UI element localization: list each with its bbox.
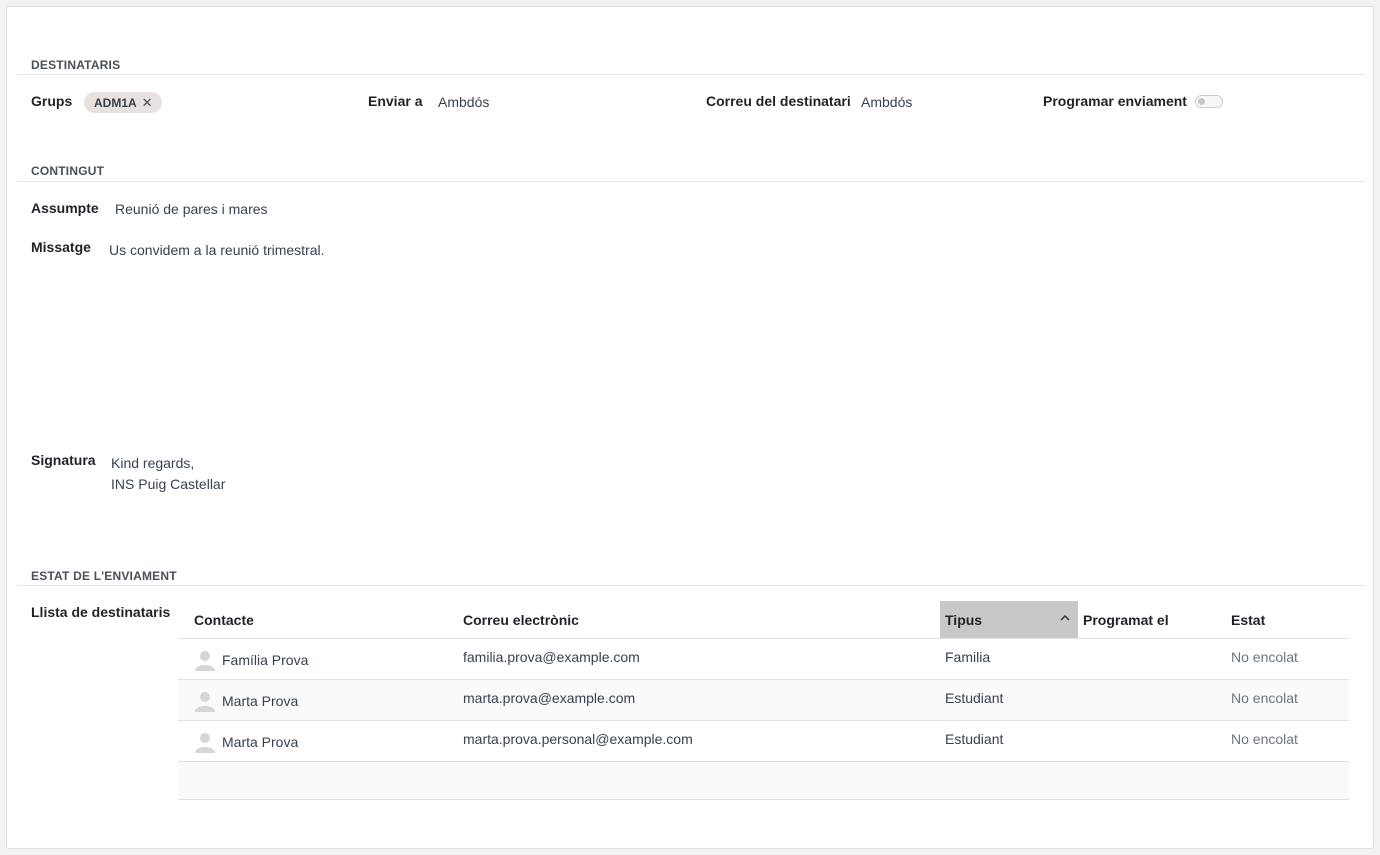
subject-field[interactable]: Reunió de pares i mares (115, 201, 268, 217)
email-cell: marta.prova.personal@example.com (463, 731, 693, 747)
message-text: Us convidem a la reunió trimestral. (109, 242, 325, 258)
schedule-label: Programar enviament (1043, 93, 1187, 109)
message-field[interactable]: Us convidem a la reunió trimestral. (109, 242, 1009, 432)
schedule-toggle[interactable] (1195, 95, 1223, 108)
chevron-up-icon (1060, 614, 1070, 621)
groups-label: Grups (31, 93, 73, 109)
signature-label: Signatura (31, 452, 96, 468)
recipient-email-select[interactable]: Ambdós (861, 94, 912, 110)
user-avatar-icon (195, 692, 215, 712)
send-to-select[interactable]: Ambdós (438, 94, 489, 110)
type-cell: Estudiant (945, 731, 1004, 747)
contact-name: Marta Prova (222, 734, 299, 750)
user-avatar-icon (195, 733, 215, 753)
column-header-contact[interactable]: Contacte (194, 601, 254, 638)
contact-name: Marta Prova (222, 693, 299, 709)
recipient-table: Contacte Correu electrònic Tipus Program… (178, 601, 1349, 800)
table-header: Contacte Correu electrònic Tipus Program… (178, 601, 1349, 639)
contact-cell: Marta Prova (194, 681, 298, 721)
email-cell: marta.prova@example.com (463, 690, 636, 706)
toggle-knob (1198, 98, 1205, 105)
subject-label: Assumpte (31, 200, 99, 216)
table-row[interactable]: Família Prova familia.prova@example.com … (178, 639, 1349, 680)
state-cell: No encolat (1231, 690, 1298, 706)
contact-cell: Marta Prova (194, 722, 298, 762)
section-divider (17, 585, 1365, 586)
column-header-type[interactable]: Tipus (940, 601, 1078, 638)
close-icon[interactable]: ✕ (142, 95, 153, 111)
table-footer-row (178, 762, 1349, 800)
type-cell: Estudiant (945, 690, 1004, 706)
group-tag: ADM1A ✕ (84, 92, 162, 113)
recipient-list-label: Llista de destinataris (31, 604, 171, 620)
message-label: Missatge (31, 239, 91, 255)
state-cell: No encolat (1231, 731, 1298, 747)
send-to-label: Enviar a (368, 93, 423, 109)
section-divider (17, 181, 1365, 182)
section-title-status: ESTAT DE L'ENVIAMENT (31, 569, 177, 583)
column-header-type-label: Tipus (945, 611, 983, 628)
signature-line: Kind regards, (111, 455, 195, 471)
user-avatar-icon (195, 651, 215, 671)
column-header-state[interactable]: Estat (1231, 601, 1265, 638)
contact-name: Família Prova (222, 652, 309, 668)
column-header-scheduled[interactable]: Programat el (1083, 601, 1169, 638)
section-title-content: CONTINGUT (31, 164, 105, 178)
section-title-recipients: DESTINATARIS (31, 58, 121, 72)
column-header-email[interactable]: Correu electrònic (463, 601, 579, 638)
signature-line: INS Puig Castellar (111, 476, 226, 492)
recipient-email-label: Correu del destinatari (706, 93, 851, 109)
form-sheet: DESTINATARIS Grups ADM1A ✕ Enviar a Ambd… (6, 6, 1374, 849)
contact-cell: Família Prova (194, 640, 308, 680)
email-cell: familia.prova@example.com (463, 649, 640, 665)
signature-field[interactable]: Kind regards, INS Puig Castellar (111, 453, 225, 495)
type-cell: Familia (945, 649, 991, 665)
group-tag-label: ADM1A (94, 95, 137, 110)
state-cell: No encolat (1231, 649, 1298, 665)
table-row[interactable]: Marta Prova marta.prova.personal@example… (178, 721, 1349, 762)
section-divider (17, 74, 1365, 75)
table-row[interactable]: Marta Prova marta.prova@example.com Estu… (178, 680, 1349, 721)
